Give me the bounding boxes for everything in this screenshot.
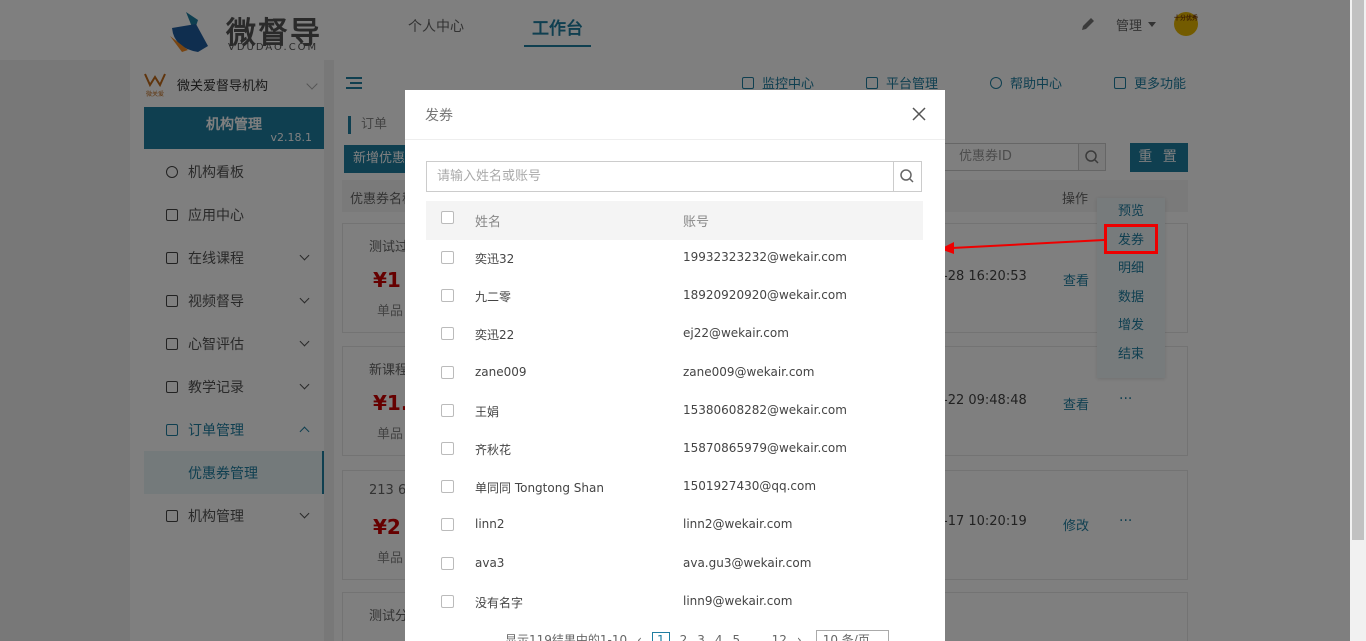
pagination-summary: 显示119结果中的1-10 [505,633,628,641]
name-account-search-input[interactable]: 请输入姓名或账号 [426,161,894,192]
page-size-select[interactable]: 10 条/页 [815,630,889,641]
col-account: 账号 [683,215,710,230]
table-row[interactable]: 王娟 15380608282@wekair.com [426,393,923,431]
next-page-icon[interactable]: › [797,633,802,641]
page-button[interactable]: 1 [651,631,670,641]
table-row[interactable]: ava3 ava.gu3@wekair.com [426,546,923,584]
row-checkbox[interactable] [441,327,454,341]
page-button[interactable]: 3 [697,633,705,641]
user-account: linn9@wekair.com [683,593,793,608]
page-button[interactable]: 4 [715,633,723,641]
table-row[interactable]: linn2 linn2@wekair.com [426,507,923,545]
page-scrollbar[interactable] [1350,0,1366,641]
user-account: 1501927430@qq.com [683,479,817,494]
issue-coupon-modal: 发券 请输入姓名或账号 姓名 账号 奕迅32 19932323232@wekair… [405,90,945,641]
row-checkbox[interactable] [441,480,454,494]
prev-page-icon[interactable]: ‹ [637,633,642,641]
search-icon [900,169,914,183]
page-button[interactable]: 5 [733,633,741,641]
close-icon[interactable] [911,106,927,122]
user-name: linn2 [475,517,505,532]
user-account: linn2@wekair.com [683,517,793,532]
user-name: 单同同 Tongtong Shan [475,481,604,496]
row-checkbox[interactable] [441,251,454,264]
user-name: 九二零 [475,290,512,305]
highlight-box [1104,224,1158,254]
user-name: 奕迅32 [475,252,515,266]
row-checkbox[interactable] [441,518,454,532]
user-account: 19932323232@wekair.com [683,250,847,264]
annotation-arrow-icon [940,239,1105,254]
row-checkbox[interactable] [441,556,454,570]
modal-title: 发券 [425,108,453,124]
search-button[interactable] [893,161,922,192]
table-row[interactable]: 没有名字 linn9@wekair.com [426,584,923,622]
select-all-checkbox[interactable] [441,211,454,224]
user-name: 奕迅22 [475,328,515,343]
grid-header: 姓名 账号 [426,201,923,240]
user-name: zane009 [475,364,527,379]
row-checkbox[interactable] [441,441,454,455]
table-row[interactable]: 单同同 Tongtong Shan 1501927430@qq.com [426,469,923,507]
page-button[interactable]: 12 [772,633,787,641]
table-row[interactable]: 奕迅22 ej22@wekair.com [426,316,923,354]
page: 微督导 VDUDAO.COM 个人中心 工作台 管理 十分优秀 微关爱 微关爱督… [0,0,1366,641]
user-list: 奕迅32 19932323232@wekair.com 九二零 1892092092… [426,240,923,622]
table-row[interactable]: 齐秋花 15870865979@wekair.com [426,431,923,469]
table-row[interactable]: 九二零 18920920920@wekair.com [426,278,923,316]
scrollbar-thumb[interactable] [1352,0,1364,540]
user-account: 18920920920@wekair.com [683,288,847,303]
row-checkbox[interactable] [441,365,454,379]
pagination: 显示119结果中的1-10 ‹ 1 2 3 4 5 ... 12 › 10 条/… [505,630,889,641]
row-checkbox[interactable] [441,403,454,417]
user-account: 15870865979@wekair.com [683,440,847,455]
row-checkbox[interactable] [441,594,454,608]
row-checkbox[interactable] [441,289,454,303]
page-button[interactable]: 2 [680,633,688,641]
user-account: ej22@wekair.com [683,326,789,341]
user-name: 没有名字 [475,595,524,610]
modal-header: 发券 [405,90,945,140]
user-account: zane009@wekair.com [683,364,815,379]
user-name: 王娟 [475,404,500,419]
table-row[interactable]: 奕迅32 19932323232@wekair.com [426,240,923,278]
col-name: 姓名 [475,215,502,230]
user-name: 齐秋花 [475,442,512,457]
user-account: ava.gu3@wekair.com [683,555,812,570]
user-account: 15380608282@wekair.com [683,402,847,417]
table-row[interactable]: zane009 zane009@wekair.com [426,355,923,393]
page-ellipsis: ... [750,632,762,641]
user-name: ava3 [475,555,505,570]
